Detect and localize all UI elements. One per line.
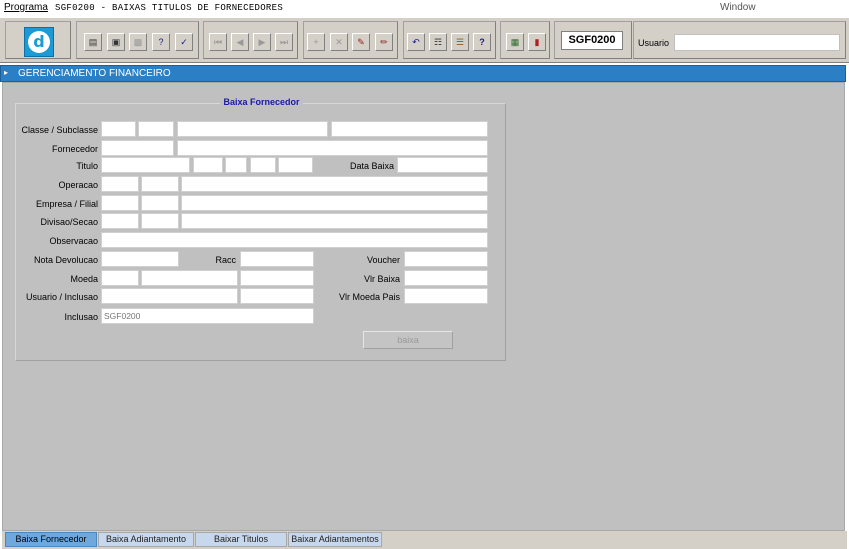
toolbar-group-edit: + ✕ ✎ ✏: [303, 21, 398, 59]
inclusao-label: Inclusao: [64, 312, 98, 322]
window-title: SGF0200 - BAIXAS TITULOS DE FORNECEDORES: [55, 3, 284, 13]
moeda-description-field[interactable]: [141, 270, 238, 286]
delete-record-icon[interactable]: ✕: [330, 33, 348, 51]
exit-icon[interactable]: ▮: [528, 33, 546, 51]
collapse-arrow-icon[interactable]: ▸: [4, 69, 12, 77]
help-icon[interactable]: ?: [473, 33, 491, 51]
divisao-description-field[interactable]: [181, 213, 488, 229]
logo-group: d: [5, 21, 71, 59]
print-icon[interactable]: ▩: [129, 33, 147, 51]
inclusao-field[interactable]: SGF0200: [101, 308, 314, 324]
vlr-baixa-field[interactable]: [404, 270, 488, 286]
program-code: SGF0200: [561, 31, 623, 50]
next-record-icon[interactable]: ▶: [253, 33, 271, 51]
baixa-fornecedor-group: Baixa Fornecedor Classe / Subclasse Forn…: [15, 97, 506, 361]
voucher-field[interactable]: [404, 251, 488, 267]
tab-bar: Baixa Fornecedor Baixa Adiantamento Baix…: [2, 531, 847, 549]
toolbar-group-exit: ▦ ▮: [500, 21, 550, 59]
fornecedor-code-field[interactable]: [101, 140, 174, 156]
moeda-extra-field[interactable]: [240, 270, 314, 286]
observacao-label: Observacao: [49, 236, 98, 246]
titulo-extra-field[interactable]: [278, 157, 313, 173]
usuario-field[interactable]: [674, 34, 840, 51]
divisao-label: Divisao/Secao: [40, 217, 98, 227]
usuario-label: Usuario: [638, 38, 670, 48]
data-inclusao-field[interactable]: [240, 288, 314, 304]
empresa-label: Empresa / Filial: [35, 199, 98, 209]
main-panel: Baixa Fornecedor Classe / Subclasse Forn…: [2, 82, 845, 531]
data-baixa-label: Data Baixa: [349, 161, 394, 171]
toolbar-group-tools: ↶ ☶ ☰ ?: [403, 21, 496, 59]
fornecedor-label: Fornecedor: [51, 144, 98, 154]
nota-devolucao-label: Nota Devolucao: [33, 255, 98, 265]
titulo-field[interactable]: [101, 157, 190, 173]
previous-record-icon[interactable]: ◀: [231, 33, 249, 51]
filial-field[interactable]: [141, 195, 179, 211]
moeda-label: Moeda: [70, 274, 98, 284]
divisao-field[interactable]: [101, 213, 139, 229]
operacao-description-field[interactable]: [181, 176, 488, 192]
toolbar-group-file: ▤ ▣ ▩ ? ✓: [76, 21, 199, 59]
moeda-code-field[interactable]: [101, 270, 139, 286]
panel-title: GERENCIAMENTO FINANCEIRO: [18, 68, 171, 79]
first-record-icon[interactable]: ⏮: [209, 33, 227, 51]
nota-devolucao-field[interactable]: [101, 251, 179, 267]
last-record-icon[interactable]: ⏭: [275, 33, 293, 51]
query-help-icon[interactable]: ?: [152, 33, 170, 51]
observacao-field[interactable]: [101, 232, 488, 248]
usuario-inclusao-label: Usuario / Inclusao: [25, 292, 98, 302]
calculator-icon[interactable]: ▦: [506, 33, 524, 51]
app-logo: d: [24, 27, 54, 57]
toolbar-group-navigation: ⏮ ◀ ▶ ⏭: [203, 21, 298, 59]
menu-window[interactable]: Window: [720, 2, 756, 13]
classe-description-field[interactable]: [177, 121, 328, 137]
racc-label: Racc: [215, 255, 236, 265]
empresa-description-field[interactable]: [181, 195, 488, 211]
operacao-code-field[interactable]: [101, 176, 139, 192]
save-icon[interactable]: ▤: [84, 33, 102, 51]
operacao-sub-field[interactable]: [141, 176, 179, 192]
insert-record-icon[interactable]: +: [307, 33, 325, 51]
vlr-moeda-pais-field[interactable]: [404, 288, 488, 304]
secao-field[interactable]: [141, 213, 179, 229]
clipboard-icon[interactable]: ☶: [429, 33, 447, 51]
classe-field[interactable]: [101, 121, 136, 137]
clear-record-icon[interactable]: ✎: [352, 33, 370, 51]
titulo-label: Titulo: [76, 161, 98, 171]
empresa-field[interactable]: [101, 195, 139, 211]
titulo-serie-field[interactable]: [193, 157, 223, 173]
operacao-label: Operacao: [58, 180, 98, 190]
usuario-inclusao-field[interactable]: [101, 288, 238, 304]
undo-icon[interactable]: ↶: [407, 33, 425, 51]
voucher-label: Voucher: [366, 255, 400, 265]
vlr-baixa-label: Vlr Baixa: [363, 274, 400, 284]
edit-icon[interactable]: ✏: [375, 33, 393, 51]
subclasse-field[interactable]: [138, 121, 174, 137]
titulo-parcela-field[interactable]: [225, 157, 247, 173]
toolbar: d ▤ ▣ ▩ ? ✓ ⏮ ◀ ▶ ⏭ + ✕ ✎ ✏ ↶ ☶ ☰ ? ▦ ▮ …: [0, 17, 849, 63]
data-baixa-field[interactable]: [397, 157, 488, 173]
racc-field[interactable]: [240, 251, 314, 267]
baixa-button[interactable]: baixa: [363, 331, 453, 349]
lov-icon[interactable]: ☰: [451, 33, 469, 51]
execute-query-icon[interactable]: ✓: [175, 33, 193, 51]
window-icon[interactable]: ▣: [107, 33, 125, 51]
vlr-moeda-pais-label: Vlr Moeda Pais: [338, 292, 400, 302]
subclasse-description-field[interactable]: [331, 121, 488, 137]
titulo-tipo-field[interactable]: [250, 157, 276, 173]
tab-baixa-fornecedor[interactable]: Baixa Fornecedor: [5, 532, 97, 547]
menu-programa[interactable]: Programa: [4, 2, 48, 13]
classe-label: Classe / Subclasse: [21, 125, 98, 135]
panel-header: ▸ GERENCIAMENTO FINANCEIRO: [0, 65, 846, 82]
tab-baixar-adiantamentos[interactable]: Baixar Adiantamentos: [288, 532, 382, 547]
tab-baixa-adiantamento[interactable]: Baixa Adiantamento: [98, 532, 194, 547]
group-title: Baixa Fornecedor: [220, 97, 303, 107]
menu-bar: Programa SGF0200 - BAIXAS TITULOS DE FOR…: [0, 0, 849, 17]
fornecedor-name-field[interactable]: [177, 140, 488, 156]
tab-baixar-titulos[interactable]: Baixar Titulos: [195, 532, 287, 547]
